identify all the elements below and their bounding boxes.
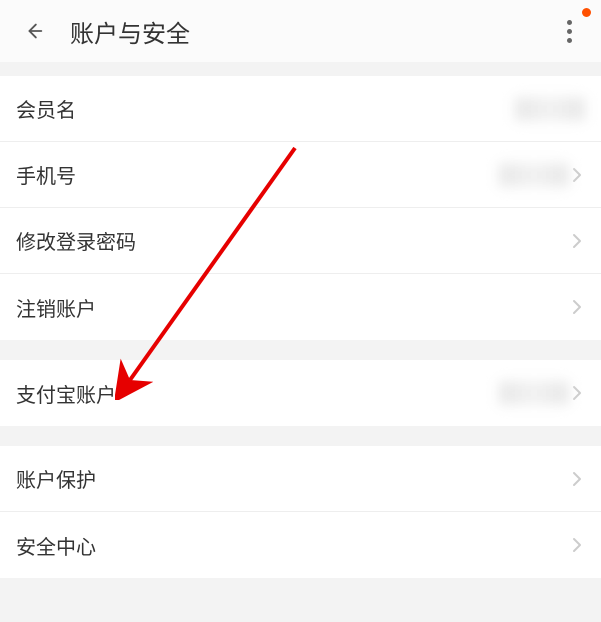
more-vertical-icon [567, 20, 572, 43]
row-alipay-account[interactable]: 支付宝账户 [0, 360, 601, 426]
chevron-right-icon [569, 299, 585, 315]
row-member-name[interactable]: 会员名 [0, 76, 601, 142]
row-label: 手机号 [16, 160, 76, 189]
phone-value-redacted [499, 163, 569, 187]
section-gap [0, 340, 601, 360]
row-delete-account[interactable]: 注销账户 [0, 274, 601, 340]
chevron-right-icon [569, 167, 585, 183]
row-change-password[interactable]: 修改登录密码 [0, 208, 601, 274]
back-button[interactable] [14, 11, 54, 51]
row-phone[interactable]: 手机号 [0, 142, 601, 208]
chevron-right-icon [569, 385, 585, 401]
section-gap [0, 426, 601, 446]
notification-dot-icon [582, 8, 591, 17]
row-account-protection[interactable]: 账户保护 [0, 446, 601, 512]
row-label: 安全中心 [16, 531, 96, 560]
arrow-left-icon [23, 20, 45, 42]
header-bar: 账户与安全 [0, 0, 601, 62]
chevron-right-icon [569, 471, 585, 487]
row-label: 账户保护 [16, 464, 96, 493]
member-name-value-redacted [515, 97, 585, 121]
alipay-value-redacted [499, 381, 569, 405]
row-label: 支付宝账户 [16, 379, 116, 408]
page-title: 账户与安全 [70, 14, 190, 49]
row-label: 会员名 [16, 94, 76, 123]
row-label: 注销账户 [16, 293, 96, 322]
row-label: 修改登录密码 [16, 226, 136, 255]
row-security-center[interactable]: 安全中心 [0, 512, 601, 578]
chevron-right-icon [569, 537, 585, 553]
chevron-right-icon [569, 233, 585, 249]
more-button[interactable] [557, 11, 581, 51]
section-gap [0, 62, 601, 76]
